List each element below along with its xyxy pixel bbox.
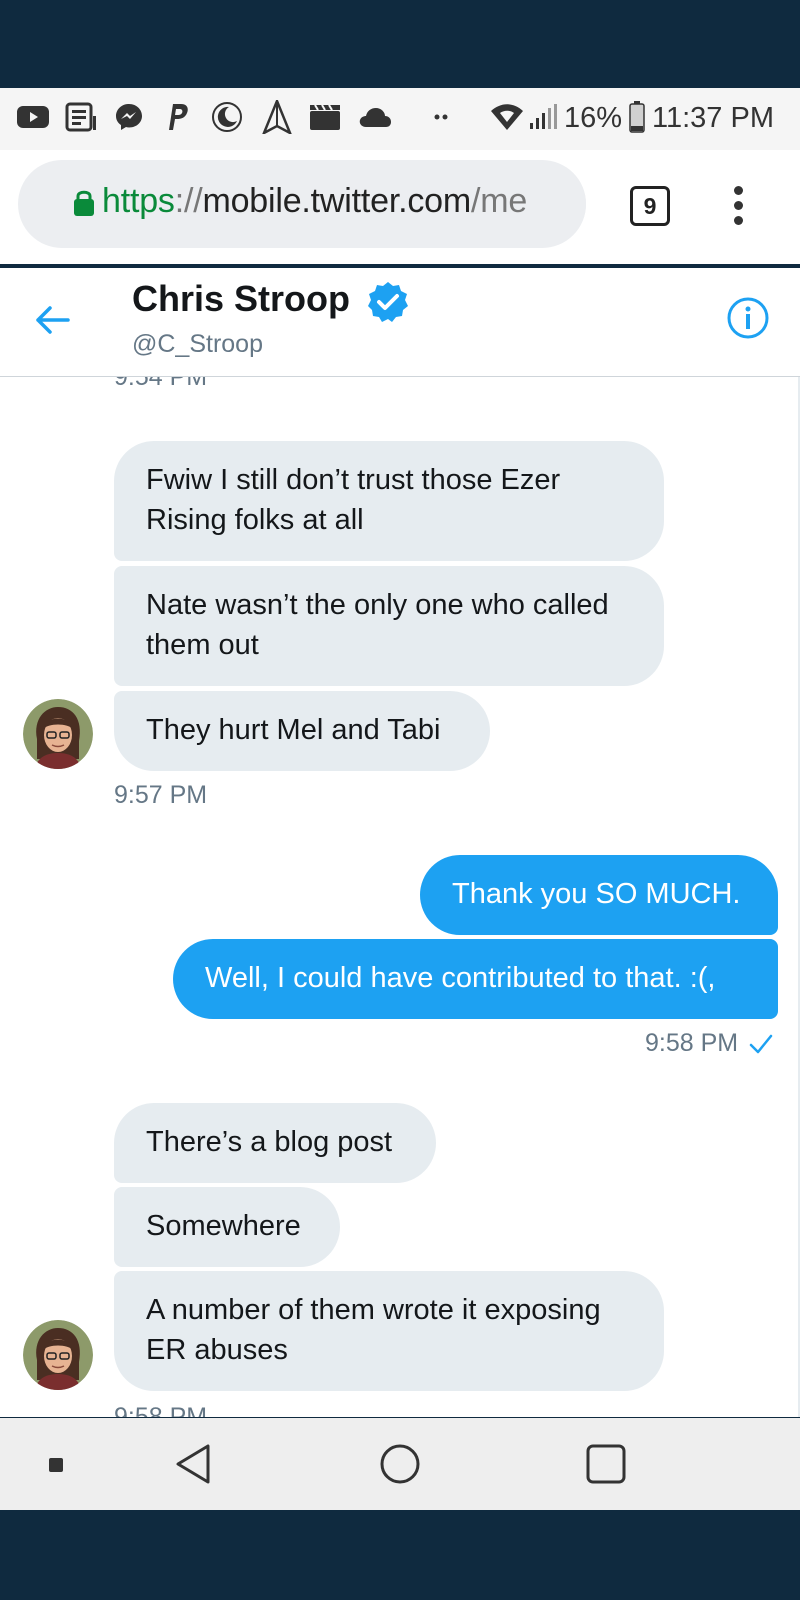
wifi-icon	[490, 100, 524, 134]
url-host: mobile.twitter.com	[202, 182, 471, 220]
outgoing-message[interactable]: Well, I could have contributed to that. …	[173, 939, 778, 1019]
clock: 11:37 PM	[652, 102, 774, 134]
battery-percent: 16%	[564, 102, 623, 134]
signal-icon	[526, 100, 560, 134]
more-dots-icon	[424, 100, 458, 134]
contact-handle: @C_Stroop	[132, 330, 263, 358]
info-icon[interactable]	[726, 296, 770, 340]
battery-icon	[620, 100, 654, 134]
url-path: /me	[470, 182, 528, 220]
url-separator: ://	[174, 182, 203, 220]
outgoing-message[interactable]: Thank you SO MUCH.	[420, 855, 778, 935]
message-timestamp: 9:54 PM	[114, 377, 208, 391]
android-nav-bar	[0, 1418, 800, 1510]
clapperboard-icon	[308, 100, 342, 134]
browser-toolbar: https://mobile.twitter.com/me	[0, 150, 800, 264]
incoming-message[interactable]: A number of them wrote it exposing ER ab…	[114, 1271, 664, 1391]
verified-badge-icon	[368, 282, 408, 322]
nav-back-icon[interactable]	[172, 1442, 216, 1486]
message-timestamp: 9:58 PM	[645, 1029, 739, 1057]
cloud-icon	[358, 100, 392, 134]
avatar[interactable]	[23, 1320, 93, 1390]
incoming-message[interactable]: There’s a blog post	[114, 1103, 436, 1183]
news-icon	[64, 100, 98, 134]
contact-name: Chris Stroop	[132, 278, 351, 319]
incoming-message[interactable]: Fwiw I still don’t trust those Ezer Risi…	[114, 441, 664, 561]
back-arrow-icon[interactable]	[30, 298, 74, 342]
url-scheme: https	[102, 182, 175, 220]
incoming-message[interactable]: Somewhere	[114, 1187, 340, 1267]
nav-home-icon[interactable]	[378, 1442, 422, 1486]
messenger-icon	[112, 100, 146, 134]
arrow-launcher-icon	[260, 100, 294, 134]
incoming-message[interactable]: Nate wasn’t the only one who called them…	[114, 566, 664, 686]
incoming-message[interactable]: They hurt Mel and Tabi	[114, 691, 490, 771]
youtube-icon	[16, 100, 50, 134]
paypal-icon	[160, 100, 194, 134]
address-bar[interactable]: https://mobile.twitter.com/me	[18, 160, 586, 248]
read-check-icon	[749, 1034, 773, 1054]
nav-dot-icon[interactable]	[49, 1458, 63, 1472]
nav-recents-icon[interactable]	[584, 1442, 628, 1486]
avatar[interactable]	[23, 699, 93, 769]
message-timestamp: 9:58 PM	[114, 1403, 208, 1417]
message-timestamp: 9:57 PM	[114, 781, 208, 809]
browser-menu-button[interactable]	[728, 186, 748, 226]
status-bar: 16% 11:37 PM	[0, 88, 800, 150]
lock-icon	[74, 190, 94, 216]
moon-icon	[210, 100, 244, 134]
tab-switcher-button[interactable]: 9	[630, 186, 670, 226]
message-thread[interactable]: 9:54 PM Fwiw I still don’t trust those E…	[0, 377, 800, 1417]
conversation-header: Chris Stroop @C_Stroop	[0, 268, 800, 378]
url-text: https://mobile.twitter.com/me	[102, 182, 527, 221]
